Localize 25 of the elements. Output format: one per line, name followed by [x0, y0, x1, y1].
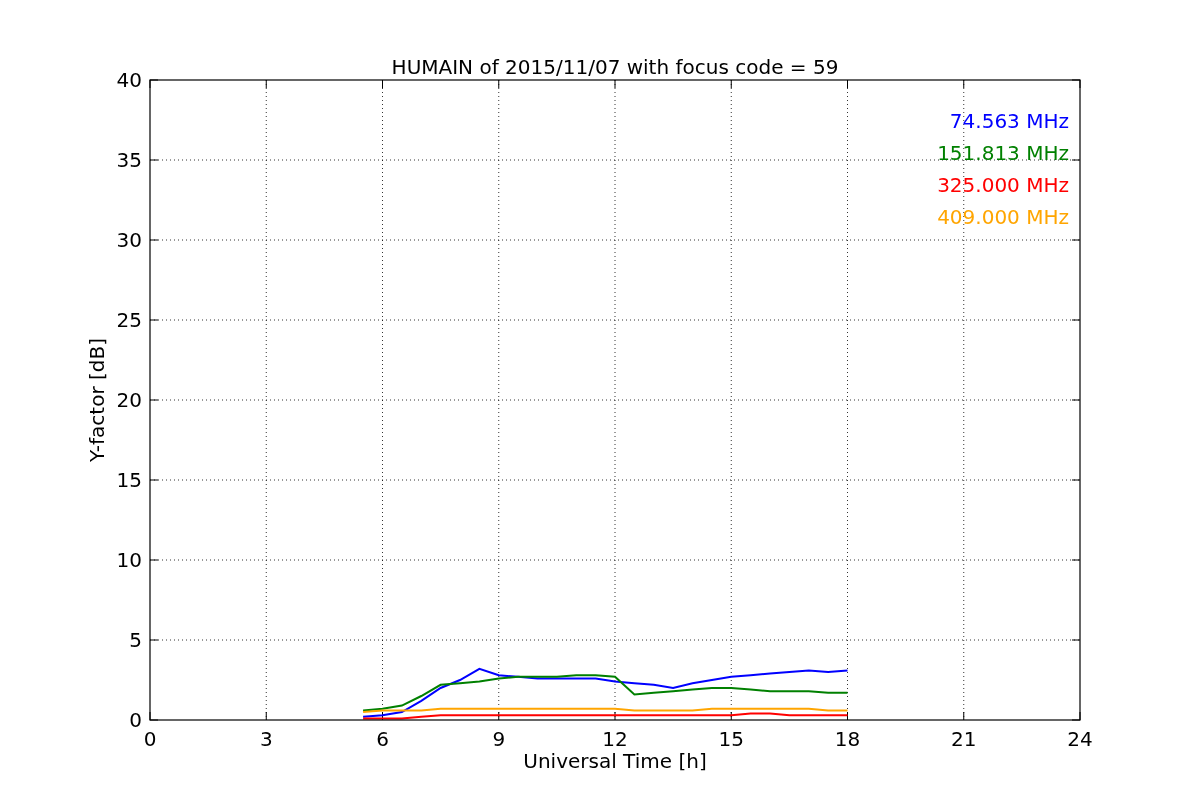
tick-label: 3 — [259, 727, 273, 751]
tick-label: 40 — [116, 68, 142, 92]
tick-label: 18 — [834, 727, 861, 751]
tick-label: 24 — [1067, 727, 1093, 751]
tick-label: 35 — [116, 148, 142, 172]
tick-label: 12 — [602, 727, 628, 751]
tick-label: 0 — [129, 708, 142, 732]
tick-label: 10 — [116, 548, 142, 572]
legend-label: 74.563 MHz — [949, 109, 1069, 133]
y-axis-label: Y-factor [dB] — [85, 338, 109, 462]
tick-label: 30 — [116, 228, 142, 252]
chart-title: HUMAIN of 2015/11/07 with focus code = 59 — [391, 55, 839, 79]
tick-label: 21 — [951, 727, 977, 751]
tick-label: 25 — [116, 308, 142, 332]
tick-label: 20 — [116, 388, 142, 412]
tick-label: 15 — [116, 468, 142, 492]
tick-label: 6 — [376, 727, 389, 751]
tick-label: 9 — [492, 727, 506, 751]
tick-label: 15 — [718, 727, 744, 751]
tick-label: 5 — [129, 628, 142, 652]
legend-label: 325.000 MHz — [937, 173, 1069, 197]
x-axis-label: Universal Time [h] — [523, 749, 707, 773]
tick-label: 0 — [143, 727, 157, 751]
legend-label: 409.000 MHz — [937, 205, 1069, 229]
legend-label: 151.813 MHz — [937, 141, 1069, 165]
